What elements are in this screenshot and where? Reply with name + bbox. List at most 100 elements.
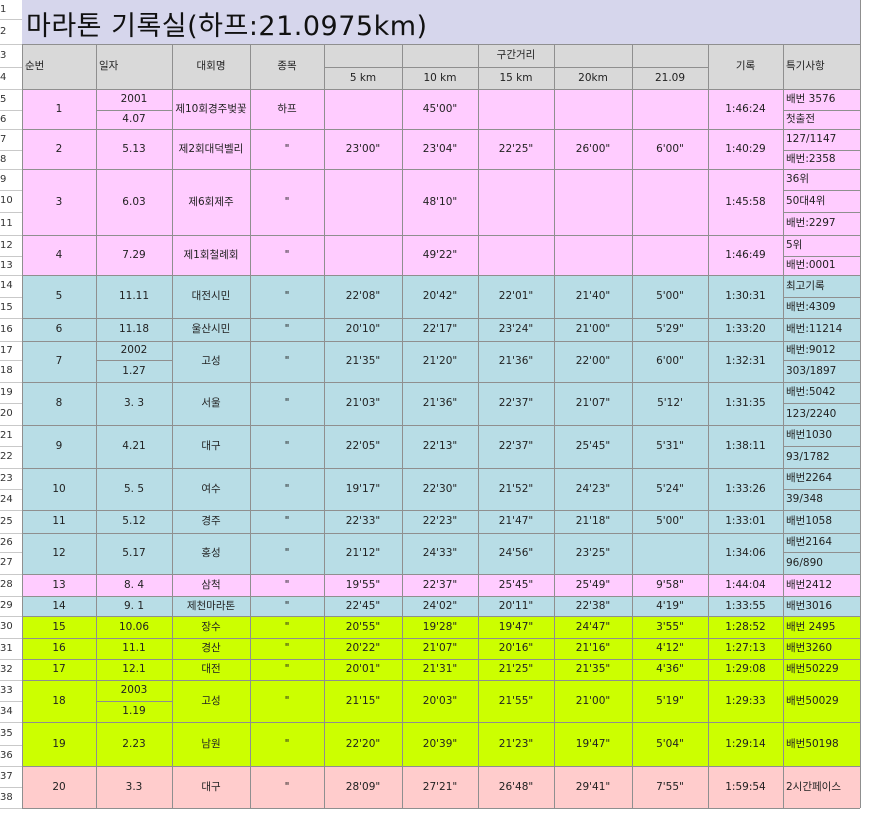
note-split-line [783, 489, 860, 490]
record-column-line [478, 533, 479, 574]
record-column-line [478, 596, 479, 616]
record-split-4 [632, 169, 708, 235]
record-time: 1:29:33 [725, 694, 766, 707]
record-split-0 [324, 169, 402, 235]
record-note: 배번1030 [786, 429, 833, 442]
record-column-line [402, 275, 403, 318]
record-split-0: 28'09" [345, 780, 381, 793]
record-split-4: 5'04" [656, 737, 684, 750]
row-number: 24 [0, 493, 13, 505]
record-column-line [402, 596, 403, 616]
record-column-line [478, 468, 479, 510]
record-date: 6.03 [122, 195, 146, 208]
record-category: " [284, 737, 290, 750]
record-column-line [554, 89, 555, 129]
row-number: 25 [0, 515, 13, 527]
row-divider [0, 110, 22, 111]
record-note: 2시간페이스 [786, 780, 841, 793]
record-column-line [708, 596, 709, 616]
record-column-line [250, 341, 251, 382]
row-number: 28 [0, 579, 13, 590]
record-split-0: 21'03" [345, 397, 381, 410]
record-column-line [96, 129, 97, 169]
record-column-line [96, 89, 97, 129]
record-column-line [250, 468, 251, 510]
record-event: 대전 [201, 663, 221, 676]
record-split-0: 22'33" [345, 515, 381, 528]
record-column-line [22, 89, 23, 129]
record-split-1: 45'00" [422, 102, 458, 115]
record-column-line [22, 382, 23, 425]
record-note: 배번:0001 [786, 259, 836, 272]
record-split-2: 26'48" [498, 780, 534, 793]
record-split-2: 21'25" [498, 663, 534, 676]
record-split-0: 22'20" [345, 737, 381, 750]
record-event: 대전시민 [191, 290, 231, 303]
record-column-line [632, 766, 633, 808]
record-column-line [22, 425, 23, 468]
header-category: 종목 [277, 60, 297, 73]
record-column-line [632, 574, 633, 596]
record-column-line [478, 425, 479, 468]
record-split-0: 22'08" [345, 290, 381, 303]
record-column-line [324, 382, 325, 425]
header-split-line [554, 67, 555, 89]
record-event: 대구 [201, 780, 221, 793]
record-split-4: 9'58" [656, 578, 684, 591]
record-column-line [22, 275, 23, 318]
record-column-line [402, 659, 403, 680]
record-column-line [172, 129, 173, 169]
record-column-line [324, 318, 325, 341]
record-column-line [632, 680, 633, 722]
record-note: 39/348 [786, 493, 823, 506]
record-category: " [284, 663, 290, 676]
record-split-3: 22'38" [575, 599, 611, 612]
record-note: 배번 2495 [786, 620, 836, 633]
record-split-1: 23'04" [422, 142, 458, 155]
record-split-1: 48'10" [422, 195, 458, 208]
record-note: 배번50198 [786, 737, 839, 750]
row-number: 14 [0, 280, 13, 291]
record-column-line [478, 574, 479, 596]
record-column-line [96, 318, 97, 341]
record-split-4 [632, 235, 708, 275]
record-split-4: 5'29" [656, 323, 684, 336]
record-note: 배번2412 [786, 578, 833, 591]
record-note: 배번:2358 [786, 153, 836, 166]
record-column-line [22, 596, 23, 616]
record-split-3: 21'18" [575, 515, 611, 528]
row-number: 30 [0, 621, 13, 632]
row-divider [0, 190, 22, 191]
record-split-3: 21'00" [575, 323, 611, 336]
record-split-0: 21'12" [345, 547, 381, 560]
record-split-4: 5'31" [656, 440, 684, 453]
record-bottom-line [22, 808, 860, 809]
record-category: 하프 [277, 102, 297, 115]
record-column-line [402, 638, 403, 659]
record-split-3: 21'00" [575, 694, 611, 707]
record-time: 1:33:01 [725, 515, 766, 528]
record-column-line [783, 766, 784, 808]
record-split-0: 22'45" [345, 599, 381, 612]
row-number: 29 [0, 600, 13, 611]
record-column-line [324, 341, 325, 382]
record-split-0: 20'01" [345, 663, 381, 676]
record-time: 1:33:55 [725, 599, 766, 612]
record-split-2: 24'56" [498, 547, 534, 560]
record-column-line [324, 510, 325, 533]
record-column-line [250, 235, 251, 275]
record-column-line [708, 129, 709, 169]
record-split-3: 21'16" [575, 642, 611, 655]
record-date: 4.21 [122, 440, 146, 453]
record-split-1: 21'07" [422, 642, 458, 655]
record-column-line [860, 638, 861, 659]
record-note: 배번:4309 [786, 301, 836, 314]
row-number: 11 [0, 217, 13, 229]
record-note: 배번:11214 [786, 323, 843, 336]
record-column-line [478, 89, 479, 129]
row-divider [0, 67, 22, 68]
record-time: 1:59:54 [725, 780, 766, 793]
record-column-line [402, 129, 403, 169]
record-split-1: 22'37" [422, 578, 458, 591]
record-column-line [708, 425, 709, 468]
